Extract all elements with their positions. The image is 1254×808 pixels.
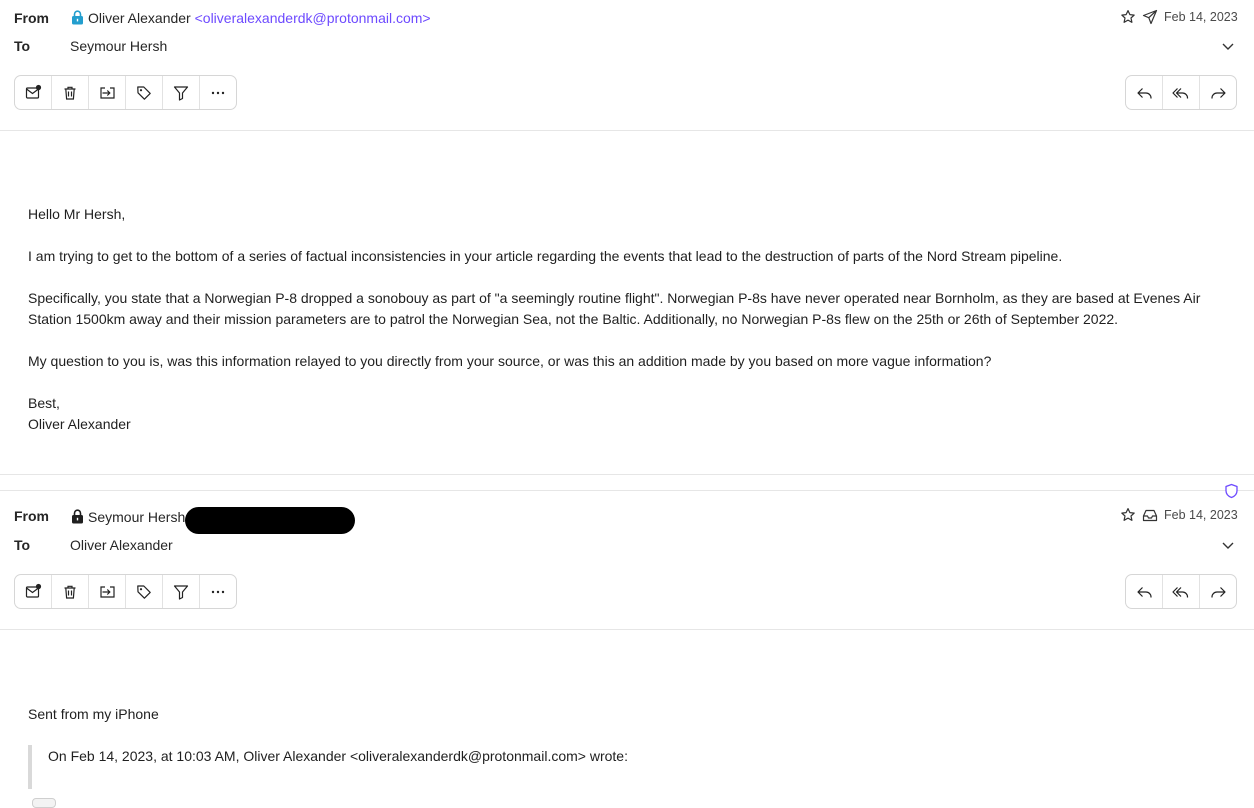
reply-all-button[interactable]	[1163, 575, 1200, 608]
lock-icon	[71, 10, 84, 28]
sender-name: Seymour Hersh	[88, 509, 186, 525]
forward-button[interactable]	[1200, 76, 1236, 109]
quote-bar	[28, 745, 32, 789]
trash-button[interactable]	[52, 76, 89, 109]
body-signature: Oliver Alexander	[28, 416, 131, 432]
mark-unread-icon	[25, 583, 42, 600]
reply-icon	[1136, 85, 1153, 101]
filter-button[interactable]	[163, 575, 200, 608]
forward-icon	[1210, 85, 1227, 101]
label-icon	[136, 584, 152, 600]
reply-toolbar	[1125, 75, 1237, 110]
more-button[interactable]	[200, 76, 236, 109]
redaction-mark	[185, 507, 355, 534]
body-paragraph: My question to you is, was this informat…	[28, 353, 992, 369]
move-to-icon	[99, 584, 116, 600]
more-icon	[210, 584, 226, 600]
body-paragraph: Specifically, you state that a Norwegian…	[28, 290, 1201, 327]
reply-button[interactable]	[1126, 575, 1163, 608]
label-button[interactable]	[126, 575, 163, 608]
more-icon	[210, 85, 226, 101]
shield-icon[interactable]	[1224, 483, 1239, 499]
message-date: Feb 14, 2023	[1164, 508, 1238, 522]
move-to-button[interactable]	[89, 575, 126, 608]
filter-button[interactable]	[163, 76, 200, 109]
reply-all-button[interactable]	[1163, 76, 1200, 109]
from-label: From	[14, 508, 49, 524]
from-label: From	[14, 10, 49, 26]
message-meta: Feb 14, 2023	[1120, 507, 1238, 523]
move-to-button[interactable]	[89, 76, 126, 109]
sender-name: Oliver Alexander	[88, 10, 191, 26]
forward-button[interactable]	[1200, 575, 1236, 608]
message-body-line: Sent from my iPhone	[28, 706, 159, 722]
trash-icon	[62, 85, 78, 101]
sent-icon	[1142, 9, 1158, 25]
message-actions-toolbar	[14, 574, 237, 609]
sender-email[interactable]: <oliveralexanderdk@protonmail.com>	[195, 10, 431, 26]
recipient[interactable]: Seymour Hersh	[70, 38, 167, 54]
divider	[0, 629, 1254, 630]
star-icon[interactable]	[1120, 9, 1136, 25]
body-signoff: Best,	[28, 395, 60, 411]
reply-icon	[1136, 584, 1153, 600]
mark-unread-button[interactable]	[15, 76, 52, 109]
sender[interactable]: Seymour Hersh	[71, 509, 185, 527]
filter-icon	[173, 584, 189, 600]
chevron-down-icon[interactable]	[1220, 537, 1236, 553]
message-divider	[0, 490, 1254, 491]
body-paragraph: I am trying to get to the bottom of a se…	[28, 248, 1063, 264]
body-greeting: Hello Mr Hersh,	[28, 206, 126, 222]
reply-all-icon	[1172, 584, 1190, 600]
to-label: To	[14, 537, 31, 553]
inbox-icon	[1142, 507, 1158, 523]
chevron-down-icon[interactable]	[1220, 38, 1236, 54]
mark-unread-button[interactable]	[15, 575, 52, 608]
label-icon	[136, 85, 152, 101]
trash-button[interactable]	[52, 575, 89, 608]
forward-icon	[1210, 584, 1227, 600]
divider	[0, 130, 1254, 131]
filter-icon	[173, 85, 189, 101]
reply-all-icon	[1172, 85, 1190, 101]
show-quoted-toggle[interactable]	[32, 798, 56, 808]
message-divider	[0, 474, 1254, 475]
message-date: Feb 14, 2023	[1164, 10, 1238, 24]
message-actions-toolbar	[14, 75, 237, 110]
lock-icon	[71, 509, 84, 527]
recipient[interactable]: Oliver Alexander	[70, 537, 173, 553]
more-button[interactable]	[200, 575, 236, 608]
label-button[interactable]	[126, 76, 163, 109]
reply-button[interactable]	[1126, 76, 1163, 109]
star-icon[interactable]	[1120, 507, 1136, 523]
mark-unread-icon	[25, 84, 42, 101]
sender[interactable]: Oliver Alexander <oliveralexanderdk@prot…	[71, 10, 431, 28]
message-body: Hello Mr Hersh, I am trying to get to th…	[28, 204, 1228, 435]
move-to-icon	[99, 85, 116, 101]
message-meta: Feb 14, 2023	[1120, 9, 1238, 25]
reply-toolbar	[1125, 574, 1237, 609]
to-label: To	[14, 38, 31, 54]
quoted-header: On Feb 14, 2023, at 10:03 AM, Oliver Ale…	[48, 748, 628, 764]
trash-icon	[62, 584, 78, 600]
